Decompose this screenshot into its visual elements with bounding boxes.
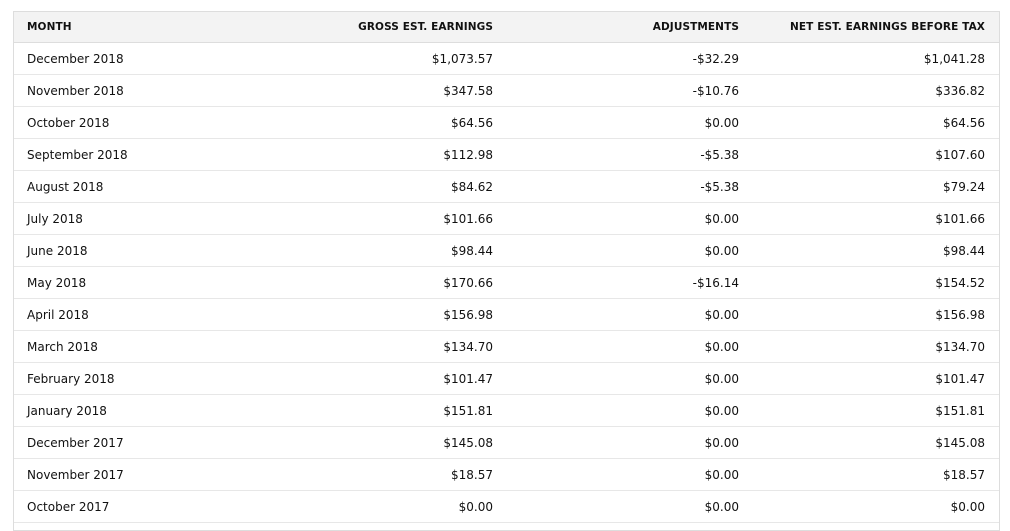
cell-month: April 2018 (27, 307, 89, 322)
cell-adjustments: -$5.38 (700, 179, 739, 194)
cell-month: November 2017 (27, 467, 124, 482)
table-row: September 2018 $112.98 -$5.38 $107.60 (14, 139, 999, 171)
cell-month: October 2018 (27, 115, 110, 130)
cell-net-earnings: $336.82 (935, 83, 985, 98)
table-row: December 2018 $1,073.57 -$32.29 $1,041.28 (14, 43, 999, 75)
cell-net-earnings: $64.56 (943, 115, 985, 130)
cell-net-earnings: $18.57 (943, 467, 985, 482)
table-row: August 2018 $84.62 -$5.38 $79.24 (14, 171, 999, 203)
cell-month: March 2018 (27, 339, 98, 354)
cell-month: May 2018 (27, 275, 87, 290)
table-body: December 2018 $1,073.57 -$32.29 $1,041.28 No… (14, 43, 999, 523)
cell-gross-earnings: $84.62 (451, 179, 493, 194)
table-row: December 2017 $145.08 $0.00 $145.08 (14, 427, 999, 459)
cell-net-earnings: $98.44 (943, 243, 985, 258)
cell-gross-earnings: $112.98 (443, 147, 493, 162)
column-header-month[interactable]: MONTH (14, 21, 264, 33)
earnings-table: MONTH GROSS EST. EARNINGS ADJUSTMENTS NE… (13, 11, 1000, 531)
cell-gross-earnings: $170.66 (443, 275, 493, 290)
cell-gross-earnings: $156.98 (443, 307, 493, 322)
cell-net-earnings: $145.08 (935, 435, 985, 450)
table-row: November 2017 $18.57 $0.00 $18.57 (14, 459, 999, 491)
cell-adjustments: $0.00 (704, 339, 739, 354)
cell-adjustments: $0.00 (704, 499, 739, 514)
cell-gross-earnings: $347.58 (443, 83, 493, 98)
cell-adjustments: -$32.29 (692, 51, 739, 66)
cell-gross-earnings: $0.00 (458, 499, 493, 514)
column-header-gross-earnings[interactable]: GROSS EST. EARNINGS (264, 21, 493, 33)
cell-net-earnings: $101.47 (935, 371, 985, 386)
cell-adjustments: $0.00 (704, 243, 739, 258)
cell-net-earnings: $151.81 (935, 403, 985, 418)
table-row: October 2017 $0.00 $0.00 $0.00 (14, 491, 999, 523)
cell-gross-earnings: $101.47 (443, 371, 493, 386)
table-row: May 2018 $170.66 -$16.14 $154.52 (14, 267, 999, 299)
cell-net-earnings: $101.66 (935, 211, 985, 226)
cell-net-earnings: $1,041.28 (923, 51, 985, 66)
column-header-net-earnings[interactable]: NET EST. EARNINGS BEFORE TAX (739, 21, 985, 33)
cell-gross-earnings: $134.70 (443, 339, 493, 354)
cell-net-earnings: $134.70 (935, 339, 985, 354)
table-row: November 2018 $347.58 -$10.76 $336.82 (14, 75, 999, 107)
table-row: June 2018 $98.44 $0.00 $98.44 (14, 235, 999, 267)
cell-gross-earnings: $145.08 (443, 435, 493, 450)
cell-net-earnings: $0.00 (950, 499, 985, 514)
column-header-adjustments[interactable]: ADJUSTMENTS (493, 21, 739, 33)
cell-adjustments: $0.00 (704, 403, 739, 418)
cell-adjustments: $0.00 (704, 115, 739, 130)
cell-net-earnings: $79.24 (943, 179, 985, 194)
cell-month: January 2018 (27, 403, 107, 418)
cell-month: August 2018 (27, 179, 104, 194)
cell-month: September 2018 (27, 147, 128, 162)
cell-adjustments: $0.00 (704, 371, 739, 386)
cell-gross-earnings: $101.66 (443, 211, 493, 226)
cell-gross-earnings: $151.81 (443, 403, 493, 418)
cell-month: November 2018 (27, 83, 124, 98)
cell-month: October 2017 (27, 499, 110, 514)
cell-net-earnings: $154.52 (935, 275, 985, 290)
cell-adjustments: $0.00 (704, 307, 739, 322)
table-row: July 2018 $101.66 $0.00 $101.66 (14, 203, 999, 235)
cell-month: February 2018 (27, 371, 115, 386)
cell-gross-earnings: $18.57 (451, 467, 493, 482)
cell-gross-earnings: $1,073.57 (431, 51, 493, 66)
table-row: February 2018 $101.47 $0.00 $101.47 (14, 363, 999, 395)
cell-adjustments: -$10.76 (692, 83, 739, 98)
cell-adjustments: $0.00 (704, 467, 739, 482)
cell-adjustments: $0.00 (704, 211, 739, 226)
cell-month: June 2018 (27, 243, 88, 258)
cell-net-earnings: $156.98 (935, 307, 985, 322)
cell-net-earnings: $107.60 (935, 147, 985, 162)
cell-adjustments: -$16.14 (692, 275, 739, 290)
table-row: April 2018 $156.98 $0.00 $156.98 (14, 299, 999, 331)
cell-adjustments: -$5.38 (700, 147, 739, 162)
cell-adjustments: $0.00 (704, 435, 739, 450)
cell-month: December 2018 (27, 51, 124, 66)
table-row: October 2018 $64.56 $0.00 $64.56 (14, 107, 999, 139)
cell-gross-earnings: $98.44 (451, 243, 493, 258)
cell-month: July 2018 (27, 211, 83, 226)
cell-gross-earnings: $64.56 (451, 115, 493, 130)
table-row: March 2018 $134.70 $0.00 $134.70 (14, 331, 999, 363)
cell-month: December 2017 (27, 435, 124, 450)
table-row: January 2018 $151.81 $0.00 $151.81 (14, 395, 999, 427)
table-header-row: MONTH GROSS EST. EARNINGS ADJUSTMENTS NE… (14, 12, 999, 43)
